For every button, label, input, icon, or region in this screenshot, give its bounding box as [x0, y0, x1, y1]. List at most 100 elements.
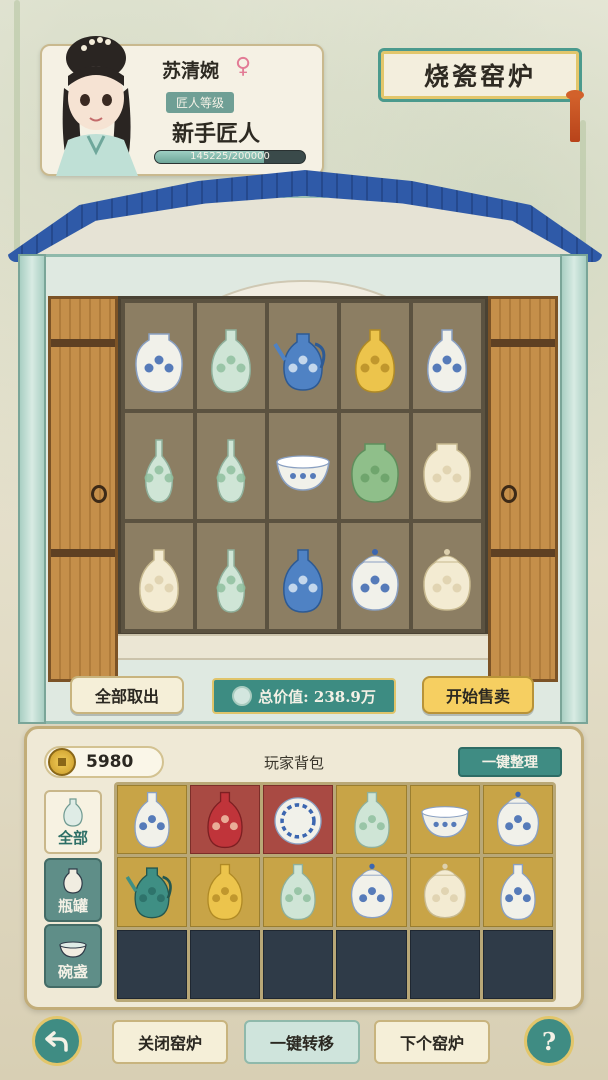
- blue-white-jar-icon: [135, 333, 183, 393]
- blue-white-bowl-icon: [276, 455, 330, 491]
- shelf-cell[interactable]: [269, 523, 337, 629]
- bag-slot-empty[interactable]: [117, 929, 188, 999]
- door-ring-icon: [91, 485, 107, 503]
- bag-slot[interactable]: [409, 857, 480, 927]
- bag-slot-empty[interactable]: [336, 929, 407, 999]
- shelf-cell[interactable]: [413, 523, 481, 629]
- right-door[interactable]: [488, 296, 558, 682]
- yellow-vase-icon: [207, 863, 243, 921]
- celadon-small-vase-icon: [216, 549, 246, 613]
- category-tab-all[interactable]: 全部: [44, 790, 102, 854]
- shelf-cell[interactable]: [197, 523, 265, 629]
- celadon-small-vase-icon: [216, 439, 246, 503]
- kiln-title: 烧瓷窑炉: [423, 62, 536, 91]
- bag-slot[interactable]: [190, 857, 261, 927]
- bag-slot[interactable]: [117, 785, 188, 855]
- bag-grid: [114, 782, 556, 1002]
- bag-slot[interactable]: [117, 857, 188, 927]
- category-label: 瓶罐: [57, 897, 88, 915]
- shelf-cell[interactable]: [125, 413, 193, 519]
- shelf-cell[interactable]: [269, 303, 337, 409]
- shelf-cell[interactable]: [197, 303, 265, 409]
- left-door[interactable]: [48, 296, 118, 682]
- celadon-vase-icon: [353, 791, 390, 848]
- bag-slot-empty[interactable]: [482, 929, 553, 999]
- help-icon: ?: [541, 1026, 557, 1056]
- bag-slot[interactable]: [190, 785, 261, 855]
- shelf-cell[interactable]: [125, 303, 193, 409]
- blue-vase-icon: [283, 549, 323, 613]
- start-sell-button[interactable]: 开始售卖: [422, 676, 534, 714]
- shelf-base: [104, 634, 504, 660]
- value-coin-icon: [232, 686, 253, 706]
- blue-white-vase-icon: [134, 791, 170, 848]
- back-button[interactable]: [32, 1016, 82, 1066]
- kiln-title-plaque: 烧瓷窑炉: [378, 48, 582, 102]
- category-label: 碗盏: [57, 963, 88, 981]
- bag-slot[interactable]: [482, 857, 553, 927]
- blue-white-vase-icon: [427, 329, 467, 393]
- shelf-cell[interactable]: [413, 303, 481, 409]
- shelf-cell[interactable]: [341, 413, 409, 519]
- total-value-text: 总价值: 238.9万: [258, 687, 376, 706]
- bag-slot[interactable]: [409, 785, 480, 855]
- transfer-all-button[interactable]: 一键转移: [244, 1020, 360, 1064]
- jar-icon: [63, 868, 83, 894]
- bag-slot[interactable]: [336, 785, 407, 855]
- player-rank: 新手匠人: [172, 121, 261, 147]
- shelf-cell[interactable]: [341, 523, 409, 629]
- category-tab-jars[interactable]: 瓶罐: [44, 858, 102, 922]
- right-pillar: [560, 254, 588, 724]
- bag-slot[interactable]: [263, 785, 334, 855]
- bag-slot-empty[interactable]: [409, 929, 480, 999]
- celadon-vase-icon: [211, 329, 251, 393]
- gold-value: 5980: [86, 752, 134, 772]
- tassel-decoration: [570, 96, 580, 142]
- gold-coin-icon: [48, 748, 76, 776]
- left-pillar: [18, 254, 46, 724]
- bowl-icon: [59, 941, 87, 958]
- exp-bar: 145225/200000: [154, 150, 306, 164]
- yellow-vase-icon: [355, 329, 395, 393]
- blue-ewer-icon: [273, 333, 326, 391]
- bag-slot[interactable]: [336, 857, 407, 927]
- shelf-cell[interactable]: [341, 303, 409, 409]
- female-icon: ♀: [235, 54, 252, 79]
- bag-slot-empty[interactable]: [263, 929, 334, 999]
- blue-white-lidded-jar-icon: [496, 791, 539, 847]
- blue-white-bowl-icon: [420, 805, 469, 838]
- bag-slot[interactable]: [482, 785, 553, 855]
- category-label: 全部: [57, 829, 88, 847]
- shelf-cell[interactable]: [413, 413, 481, 519]
- cream-lidded-jar-icon: [423, 549, 471, 611]
- close-kiln-button[interactable]: 关闭窑炉: [112, 1020, 228, 1064]
- door-band: [51, 549, 115, 557]
- bag-title: 玩家背包: [264, 754, 325, 772]
- shelf-cell[interactable]: [269, 413, 337, 519]
- shelf-cell[interactable]: [197, 413, 265, 519]
- blue-white-plate-icon: [274, 796, 323, 845]
- door-band: [51, 339, 115, 347]
- take-all-button[interactable]: 全部取出: [70, 676, 184, 714]
- next-kiln-button[interactable]: 下个窑炉: [374, 1020, 490, 1064]
- player-profile-card[interactable]: 苏清婉 ♀ 匠人等级 新手匠人 145225/200000: [40, 36, 324, 176]
- total-value-display: 总价值: 238.9万: [212, 678, 396, 714]
- blue-white-vase-icon: [500, 863, 536, 921]
- cream-jar-icon: [423, 443, 471, 503]
- teal-ewer-icon: [125, 867, 172, 919]
- shelf-cell[interactable]: [125, 523, 193, 629]
- door-band: [491, 339, 555, 347]
- bag-slot[interactable]: [263, 857, 334, 927]
- door-band: [491, 549, 555, 557]
- cream-lidded-jar-icon: [423, 863, 466, 919]
- back-arrow-icon: [45, 1031, 68, 1052]
- category-tab-bowls[interactable]: 碗盏: [44, 924, 102, 988]
- help-button[interactable]: ?: [524, 1016, 574, 1066]
- bamboo-decoration: [14, 0, 20, 260]
- auto-sort-button[interactable]: 一键整理: [458, 747, 562, 777]
- rank-tag: 匠人等级: [166, 92, 235, 113]
- player-name: 苏清婉: [162, 60, 220, 82]
- bag-slot-empty[interactable]: [190, 929, 261, 999]
- celadon-vase-icon: [280, 863, 317, 921]
- vase-icon: [63, 798, 83, 827]
